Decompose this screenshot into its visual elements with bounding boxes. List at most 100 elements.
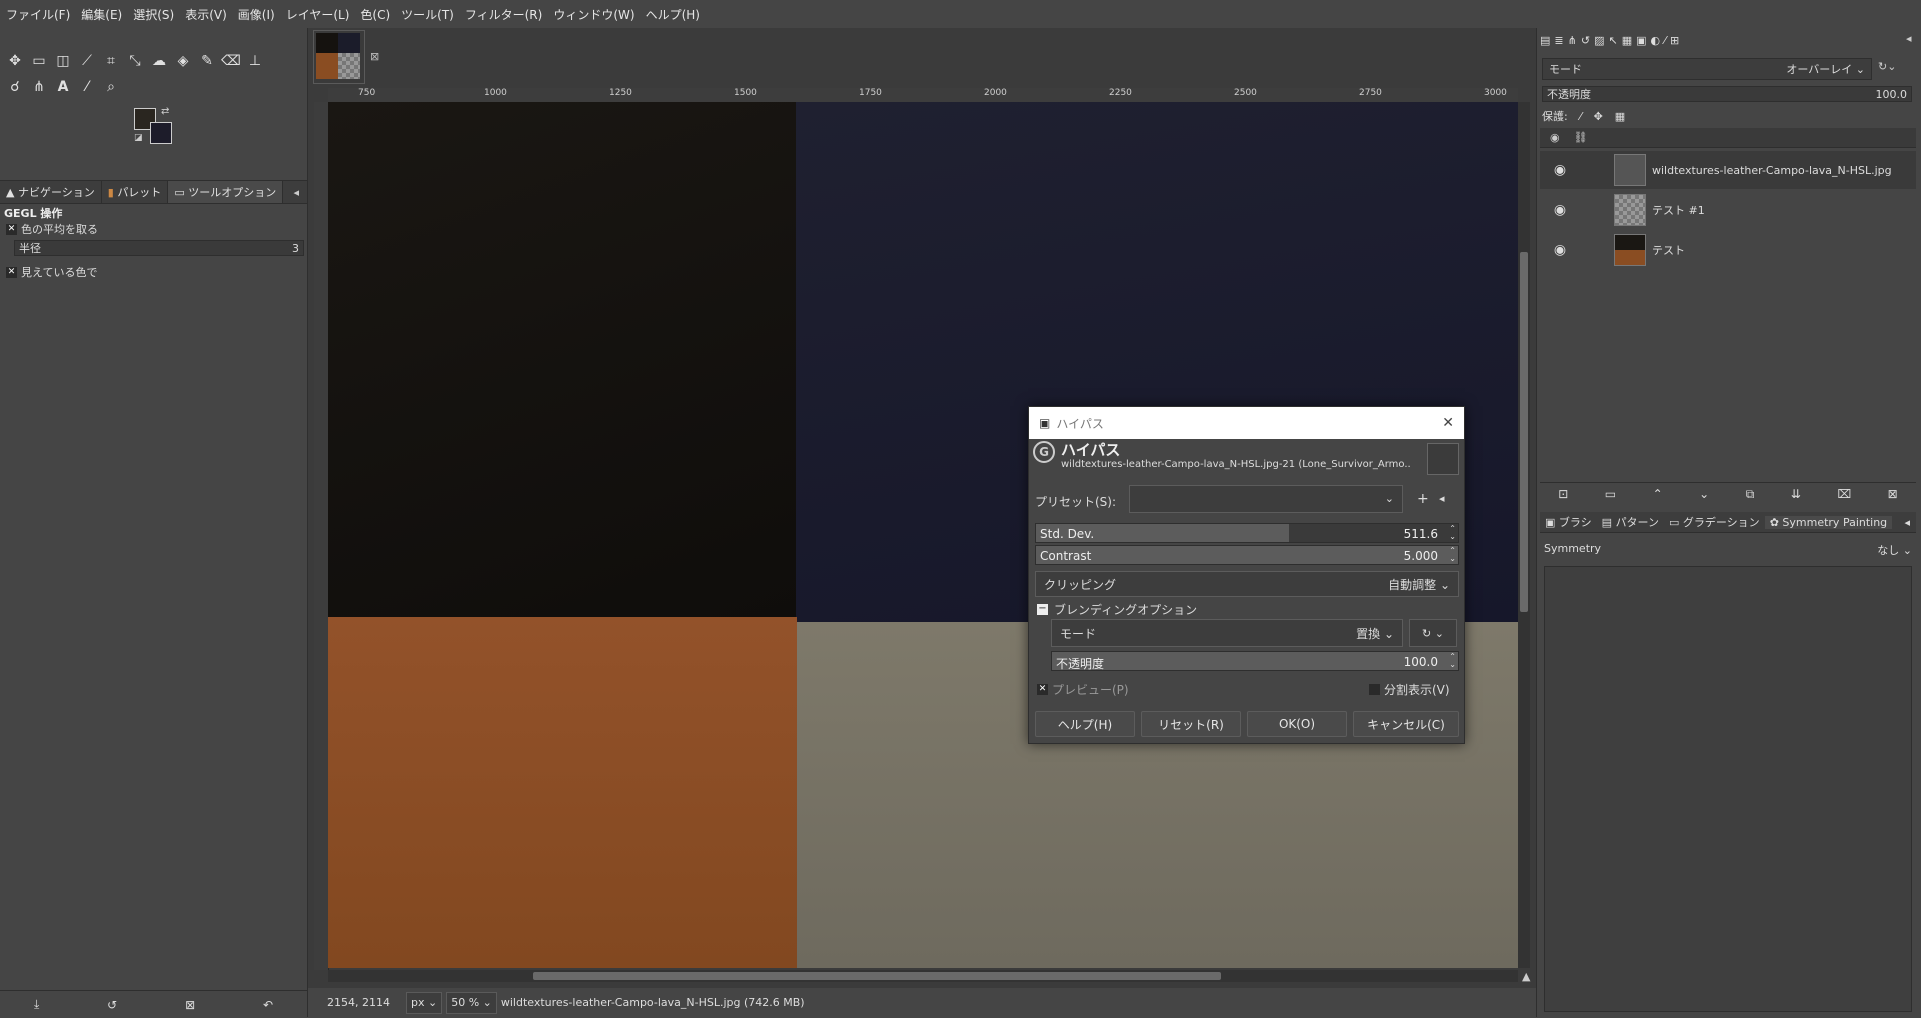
blend-opacity-slider[interactable]: 不透明度 100.0 ⌃ ⌄ xyxy=(1051,651,1459,671)
images-tab-icon[interactable]: ▨ xyxy=(1594,34,1604,47)
zoom-select[interactable]: 50 % ⌄ xyxy=(446,991,497,1014)
stddev-slider[interactable]: Std. Dev. 511.6 ⌃ ⌄ xyxy=(1035,523,1459,543)
fonts-tab-icon[interactable]: ⊞ xyxy=(1670,34,1679,47)
average-color-checkbox[interactable]: ✕ xyxy=(6,223,17,235)
tab-tool-options[interactable]: ▭ ツールオプション xyxy=(168,181,284,203)
smudge-icon[interactable]: ☌ xyxy=(4,76,26,98)
color-picker-icon[interactable]: ⁄ xyxy=(76,76,98,98)
clone-icon[interactable]: ⊥ xyxy=(244,50,266,72)
ok-button[interactable]: OK(O) xyxy=(1247,711,1347,737)
menu-view[interactable]: 表示(V) xyxy=(185,6,227,23)
blend-mode-select[interactable]: モード 置換 ⌄ xyxy=(1051,619,1403,647)
paths-icon[interactable]: ⋔ xyxy=(28,76,50,98)
help-button[interactable]: ヘルプ(H) xyxy=(1035,711,1135,737)
eye-icon[interactable]: ◉ xyxy=(1540,162,1580,178)
rect-select-icon[interactable]: ▭ xyxy=(28,50,50,72)
menu-file[interactable]: ファイル(F) xyxy=(6,6,70,23)
menu-colors[interactable]: 色(C) xyxy=(360,6,390,23)
delete-options-icon[interactable]: ⊠ xyxy=(185,998,195,1012)
reset-options-icon[interactable]: ↶ xyxy=(263,998,273,1012)
visible-colors-option[interactable]: ✕ 見えている色で xyxy=(6,264,97,280)
vertical-scroll-thumb[interactable] xyxy=(1520,252,1528,612)
dashboard-tab-icon[interactable]: ▣ xyxy=(1636,34,1646,47)
split-view-checkbox[interactable] xyxy=(1369,684,1380,695)
preview-toggle[interactable]: ✕ プレビュー(P) xyxy=(1037,681,1129,698)
tab-brushes[interactable]: ▣ ブラシ xyxy=(1540,514,1597,530)
vertical-ruler[interactable] xyxy=(314,102,329,970)
menu-layer[interactable]: レイヤー(L) xyxy=(286,6,350,23)
symmetry-row[interactable]: Symmetry なし ⌄ xyxy=(1544,542,1912,558)
dialog-titlebar[interactable]: ▣ ハイパス ✕ xyxy=(1029,407,1464,439)
layer-row[interactable]: ◉ テスト xyxy=(1540,231,1916,269)
pointer-tab-icon[interactable]: ↖ xyxy=(1608,34,1617,47)
preset-select[interactable]: ⌄ xyxy=(1129,485,1403,513)
horizontal-scroll-thumb[interactable] xyxy=(533,972,1221,980)
menu-help[interactable]: ヘルプ(H) xyxy=(646,6,700,23)
menu-select[interactable]: 選択(S) xyxy=(133,6,174,23)
lock-alpha-icon[interactable]: ▦ xyxy=(1615,110,1625,123)
restore-options-icon[interactable]: ↺ xyxy=(107,998,117,1012)
vertical-scrollbar[interactable] xyxy=(1518,102,1530,968)
brushes-tab-icon[interactable]: ⁄ xyxy=(1664,34,1666,47)
layers-tab-icon[interactable]: ▤ xyxy=(1540,34,1550,47)
menu-image[interactable]: 画像(I) xyxy=(238,6,275,23)
add-preset-icon[interactable]: + xyxy=(1417,491,1429,507)
fuzzy-select-icon[interactable]: ⟋ xyxy=(76,50,98,72)
clipping-select[interactable]: クリッピング 自動調整 ⌄ xyxy=(1035,571,1459,597)
composite-mode-select[interactable]: ↻ ⌄ xyxy=(1409,619,1457,647)
preset-menu-icon[interactable]: ◂ xyxy=(1439,492,1445,505)
collapse-icon[interactable]: − xyxy=(1037,604,1048,615)
lock-position-icon[interactable]: ✥ xyxy=(1594,110,1603,123)
layer-row[interactable]: ◉ テスト #1 xyxy=(1540,191,1916,229)
cancel-button[interactable]: キャンセル(C) xyxy=(1353,711,1459,737)
contrast-spin-icon[interactable]: ⌃ ⌄ xyxy=(1449,547,1456,563)
average-color-option[interactable]: ✕ 色の平均を取る xyxy=(6,221,98,237)
tab-patterns[interactable]: ▤ パターン xyxy=(1597,514,1664,530)
layer-mode-select[interactable]: モード オーバーレイ ⌄ xyxy=(1542,58,1872,80)
swap-colors-icon[interactable]: ⇄ xyxy=(161,106,169,117)
menu-windows[interactable]: ウィンドウ(W) xyxy=(553,6,634,23)
merge-down-icon[interactable]: ⇊ xyxy=(1791,487,1801,501)
undo-tab-icon[interactable]: ↺ xyxy=(1581,34,1590,47)
raise-layer-icon[interactable]: ⌃ xyxy=(1653,487,1663,501)
zoom-icon[interactable]: ⌕ xyxy=(100,76,122,98)
split-view-toggle[interactable]: 分割表示(V) xyxy=(1369,681,1450,698)
visible-colors-checkbox[interactable]: ✕ xyxy=(6,266,17,278)
blending-options-toggle[interactable]: − ブレンディングオプション xyxy=(1037,601,1197,618)
preview-checkbox[interactable]: ✕ xyxy=(1037,684,1048,695)
tab-symmetry[interactable]: ✿ Symmetry Painting xyxy=(1764,515,1893,529)
mode-reset-icon[interactable]: ↻⌄ xyxy=(1878,60,1896,73)
eraser-icon[interactable]: ⌫ xyxy=(220,50,242,72)
image-tab-thumbnail[interactable] xyxy=(313,30,365,84)
unit-select[interactable]: px ⌄ xyxy=(405,991,443,1014)
horizontal-ruler[interactable]: 750 1000 1250 1500 1750 2000 2250 2500 2… xyxy=(328,88,1518,103)
tab-gradients[interactable]: ▭ グラデーション xyxy=(1664,514,1765,530)
paintbrush-icon[interactable]: ✎ xyxy=(196,50,218,72)
layer-row[interactable]: ◉ wildtextures-leather-Campo-lava_N-HSL.… xyxy=(1540,151,1916,189)
layer-opacity-slider[interactable]: 不透明度 100.0 xyxy=(1542,86,1912,102)
navigate-icon[interactable]: ▲ xyxy=(1522,970,1530,983)
new-group-icon[interactable]: ▭ xyxy=(1605,487,1616,501)
lower-layer-icon[interactable]: ⌄ xyxy=(1699,487,1709,501)
crop-icon[interactable]: ⌗ xyxy=(100,50,122,72)
background-color-swatch[interactable] xyxy=(150,122,172,144)
histogram-tab-icon[interactable]: ▦ xyxy=(1622,34,1632,47)
paths-tab-icon[interactable]: ⋔ xyxy=(1568,34,1577,47)
close-image-icon[interactable]: ⊠ xyxy=(370,50,379,63)
tab-navigation[interactable]: ▲ ナビゲーション xyxy=(0,181,102,203)
horizontal-scrollbar[interactable] xyxy=(328,970,1518,982)
warp-icon[interactable]: ☁ xyxy=(148,50,170,72)
duplicate-layer-icon[interactable]: ⧉ xyxy=(1746,487,1755,502)
layer-mask-icon[interactable]: ⌧ xyxy=(1837,487,1851,501)
bucket-fill-icon[interactable]: ◈ xyxy=(172,50,194,72)
text-tool-icon[interactable]: A xyxy=(52,76,74,98)
radius-field[interactable]: 半径 3 xyxy=(14,240,304,256)
contrast-slider[interactable]: Contrast 5.000 ⌃ ⌄ xyxy=(1035,545,1459,565)
free-select-icon[interactable]: ◫ xyxy=(52,50,74,72)
tab-palette[interactable]: ▮ パレット xyxy=(102,181,169,203)
blend-opacity-spin-icon[interactable]: ⌃ ⌄ xyxy=(1449,653,1456,669)
menu-tools[interactable]: ツール(T) xyxy=(401,6,454,23)
reset-button[interactable]: リセット(R) xyxy=(1141,711,1241,737)
menu-edit[interactable]: 編集(E) xyxy=(81,6,122,23)
dock-menu-icon[interactable]: ◂ xyxy=(293,186,299,199)
